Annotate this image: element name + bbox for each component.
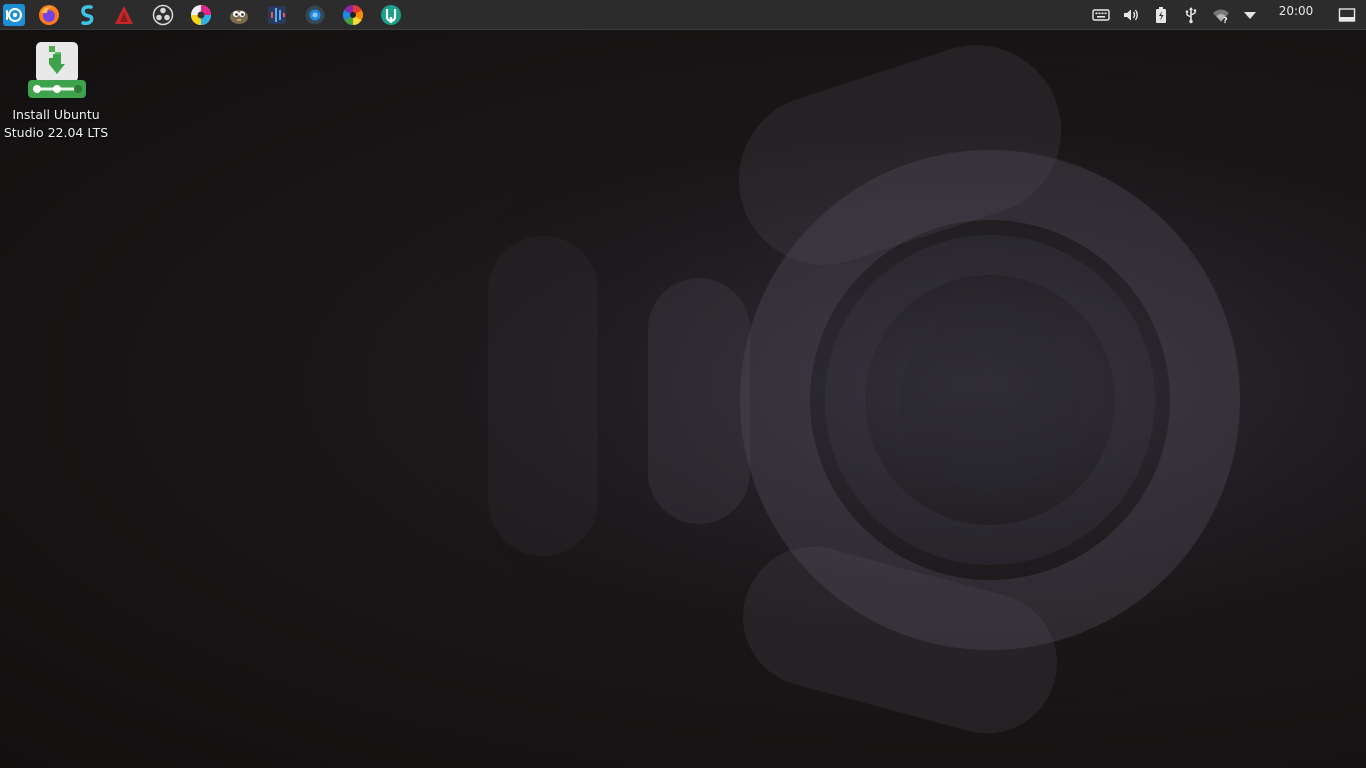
kdenlive-launcher[interactable] <box>379 3 403 27</box>
show-desktop-button[interactable] <box>1337 5 1357 25</box>
audacity-icon <box>268 6 286 24</box>
installer-icon <box>28 42 86 98</box>
kdenlive-icon <box>381 5 401 25</box>
gimp-launcher[interactable] <box>227 3 251 27</box>
gimp-icon <box>230 10 248 24</box>
carla-icon <box>305 5 325 25</box>
top-panel: ? 20:00 <box>0 0 1366 30</box>
tray-expand-icon <box>1244 12 1256 19</box>
firefox-icon <box>39 5 59 25</box>
application-menu-button[interactable] <box>2 3 26 27</box>
audacity-launcher[interactable] <box>265 3 289 27</box>
show-desktop-icon <box>1338 8 1356 22</box>
keyboard-layout-indicator[interactable] <box>1091 5 1111 25</box>
desktop-icon-label: Install Ubuntu Studio 22.04 LTS <box>3 107 109 140</box>
usb-icon <box>1185 7 1197 24</box>
battery-indicator[interactable] <box>1151 5 1171 25</box>
battery-icon <box>1156 7 1166 23</box>
audio-app-s-icon <box>81 5 94 25</box>
firefox-launcher[interactable] <box>37 3 61 27</box>
carla-launcher[interactable] <box>303 3 327 27</box>
desktop[interactable]: Install Ubuntu Studio 22.04 LTS ? 20:00 <box>0 0 1366 768</box>
krita-launcher[interactable] <box>189 3 213 27</box>
svg-text:?: ? <box>1223 16 1228 24</box>
volume-control[interactable] <box>1121 5 1141 25</box>
usb-device-indicator[interactable] <box>1181 5 1201 25</box>
obs-studio-icon <box>152 4 174 26</box>
tray-expand-button[interactable] <box>1240 5 1260 25</box>
krita-icon <box>191 5 211 25</box>
ubuntu-studio-menu-icon <box>3 4 25 26</box>
ardour-launcher[interactable] <box>112 3 136 27</box>
wallpaper-ubuntu-logo <box>0 0 1366 768</box>
keyboard-icon <box>1092 9 1110 21</box>
network-indicator[interactable]: ? <box>1211 5 1231 25</box>
obs-launcher[interactable] <box>151 3 175 27</box>
desktop-icon-install-ubuntu-studio[interactable]: Install Ubuntu Studio 22.04 LTS <box>2 38 110 148</box>
wifi-unknown-icon: ? <box>1213 9 1229 24</box>
volume-icon <box>1124 9 1138 21</box>
audio-app-launcher[interactable] <box>75 3 99 27</box>
clock[interactable]: 20:00 <box>1272 4 1320 18</box>
darktable-icon <box>342 4 364 26</box>
darktable-launcher[interactable] <box>341 3 365 27</box>
ardour-icon <box>115 6 133 24</box>
